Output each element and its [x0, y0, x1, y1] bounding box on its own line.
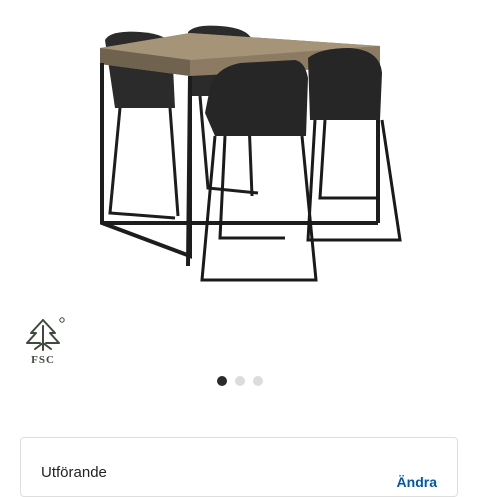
carousel-dot-1[interactable]	[217, 376, 227, 386]
bar-table-set-illustration	[100, 25, 402, 282]
variant-selector-card[interactable]: Utförande Ändra	[20, 437, 458, 497]
change-variant-link[interactable]: Ändra	[397, 474, 437, 490]
variant-label: Utförande	[41, 464, 107, 481]
fsc-label: FSC	[31, 354, 55, 366]
carousel-pagination	[0, 376, 480, 386]
carousel-dot-3[interactable]	[253, 376, 263, 386]
product-image[interactable]	[80, 18, 410, 293]
fsc-tree-icon	[26, 317, 65, 351]
carousel-dot-2[interactable]	[235, 376, 245, 386]
fsc-logo: FSC	[20, 316, 66, 366]
